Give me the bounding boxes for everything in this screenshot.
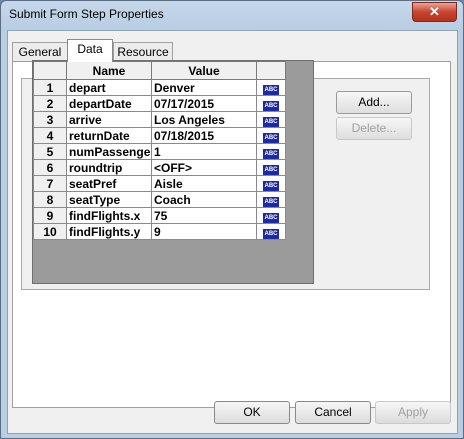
value-cell[interactable]: 1: [151, 143, 257, 160]
window-title: Submit Form Step Properties: [9, 7, 164, 21]
ok-button[interactable]: OK: [214, 401, 290, 424]
abc-type-icon: ABC: [263, 149, 279, 159]
abc-type-icon: ABC: [263, 117, 279, 127]
value-cell[interactable]: <OFF>: [151, 159, 257, 176]
row-number: 7: [33, 175, 67, 192]
value-cell[interactable]: 75: [151, 207, 257, 224]
rownum-header: [33, 61, 67, 80]
name-cell[interactable]: departDate: [66, 95, 152, 112]
type-cell[interactable]: ABC: [256, 207, 286, 224]
table-row[interactable]: 3 arrive Los Angeles ABC: [33, 111, 286, 128]
abc-type-icon: ABC: [263, 101, 279, 111]
abc-type-icon: ABC: [263, 133, 279, 143]
row-number: 5: [33, 143, 67, 160]
abc-type-icon: ABC: [263, 85, 279, 95]
data-table: Name Value 1 depart Denver ABC 2 departD…: [33, 61, 286, 240]
type-cell[interactable]: ABC: [256, 159, 286, 176]
close-icon: ✕: [429, 4, 440, 19]
row-number: 4: [33, 127, 67, 144]
type-cell[interactable]: ABC: [256, 191, 286, 208]
value-cell[interactable]: Denver: [151, 79, 257, 96]
type-cell[interactable]: ABC: [256, 111, 286, 128]
row-number: 3: [33, 111, 67, 128]
value-cell[interactable]: 9: [151, 223, 257, 240]
value-cell[interactable]: Los Angeles: [151, 111, 257, 128]
row-number: 6: [33, 159, 67, 176]
table-row[interactable]: 7 seatPref Aisle ABC: [33, 175, 286, 192]
tab-resource[interactable]: Resource: [113, 42, 173, 61]
close-button[interactable]: ✕: [412, 2, 457, 22]
type-cell[interactable]: ABC: [256, 95, 286, 112]
name-cell[interactable]: numPassenger: [66, 143, 152, 160]
title-bar[interactable]: Submit Form Step Properties ✕: [1, 1, 463, 29]
name-cell[interactable]: seatPref: [66, 175, 152, 192]
type-cell[interactable]: ABC: [256, 175, 286, 192]
row-number: 2: [33, 95, 67, 112]
table-row[interactable]: 8 seatType Coach ABC: [33, 191, 286, 208]
value-cell[interactable]: 07/17/2015: [151, 95, 257, 112]
table-row[interactable]: 6 roundtrip <OFF> ABC: [33, 159, 286, 176]
table-row[interactable]: 5 numPassenger 1 ABC: [33, 143, 286, 160]
name-cell[interactable]: returnDate: [66, 127, 152, 144]
delete-button[interactable]: Delete...: [336, 117, 412, 140]
table-row[interactable]: 4 returnDate 07/18/2015 ABC: [33, 127, 286, 144]
type-cell[interactable]: ABC: [256, 223, 286, 240]
add-button[interactable]: Add...: [336, 91, 412, 114]
name-cell[interactable]: findFlights.y: [66, 223, 152, 240]
abc-type-icon: ABC: [263, 197, 279, 207]
abc-type-icon: ABC: [263, 229, 279, 239]
name-cell[interactable]: seatType: [66, 191, 152, 208]
abc-type-icon: ABC: [263, 165, 279, 175]
row-number: 1: [33, 79, 67, 96]
name-column-header[interactable]: Name: [66, 61, 152, 80]
value-column-header[interactable]: Value: [151, 61, 257, 80]
row-number: 9: [33, 207, 67, 224]
type-cell[interactable]: ABC: [256, 127, 286, 144]
type-cell[interactable]: ABC: [256, 79, 286, 96]
tab-data[interactable]: Data: [67, 39, 113, 62]
row-number: 10: [33, 223, 67, 240]
row-number: 8: [33, 191, 67, 208]
value-cell[interactable]: Aisle: [151, 175, 257, 192]
abc-type-icon: ABC: [263, 213, 279, 223]
name-cell[interactable]: depart: [66, 79, 152, 96]
type-cell[interactable]: ABC: [256, 143, 286, 160]
value-cell[interactable]: Coach: [151, 191, 257, 208]
apply-button[interactable]: Apply: [375, 401, 451, 424]
abc-type-icon: ABC: [263, 181, 279, 191]
name-cell[interactable]: roundtrip: [66, 159, 152, 176]
table-row[interactable]: 10 findFlights.y 9 ABC: [33, 223, 286, 240]
dialog-window: Submit Form Step Properties ✕ General Da…: [0, 0, 464, 439]
name-cell[interactable]: findFlights.x: [66, 207, 152, 224]
cancel-button[interactable]: Cancel: [295, 401, 371, 424]
tab-general[interactable]: General: [12, 42, 68, 61]
type-column-header[interactable]: [256, 61, 286, 80]
table-row[interactable]: 2 departDate 07/17/2015 ABC: [33, 95, 286, 112]
value-cell[interactable]: 07/18/2015: [151, 127, 257, 144]
data-grid: Name Value 1 depart Denver ABC 2 departD…: [32, 60, 314, 284]
table-row[interactable]: 9 findFlights.x 75 ABC: [33, 207, 286, 224]
table-header-row: Name Value: [33, 61, 286, 80]
table-row[interactable]: 1 depart Denver ABC: [33, 79, 286, 96]
name-cell[interactable]: arrive: [66, 111, 152, 128]
